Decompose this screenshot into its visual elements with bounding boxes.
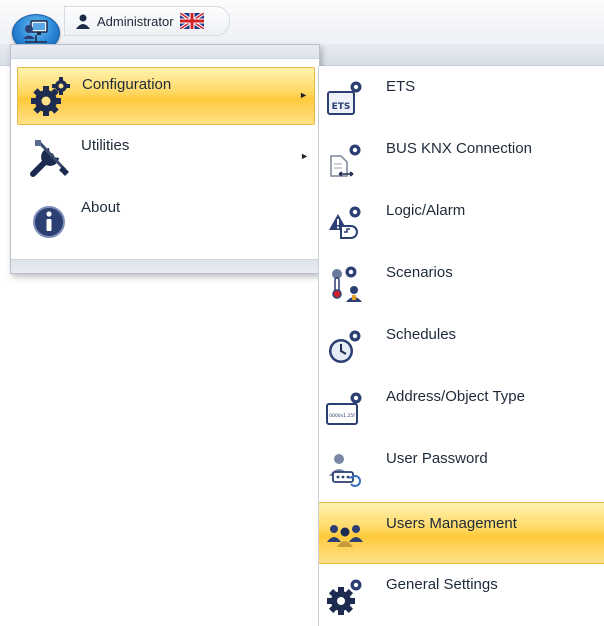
submenu-item-schedules[interactable]: Schedules [319, 314, 604, 376]
submenu-item-label: Users Management [386, 515, 517, 532]
submenu-item-scenarios[interactable]: Scenarios [319, 252, 604, 314]
main-menu-footer [11, 259, 319, 273]
menu-item-label: Utilities [81, 137, 130, 154]
gears-icon [28, 75, 72, 119]
ets-icon: ETS [325, 78, 365, 118]
menu-item-about[interactable]: About [17, 191, 315, 249]
user-indicator[interactable]: Administrator [64, 6, 230, 36]
bus-connection-icon [325, 140, 365, 180]
general-settings-icon [325, 576, 365, 616]
submenu-item-label: Logic/Alarm [386, 202, 466, 219]
tools-icon [27, 136, 71, 180]
submenu-arrow-icon: ► [300, 151, 309, 161]
user-icon [75, 13, 91, 29]
computer-network-icon [21, 19, 51, 47]
users-management-icon [325, 515, 365, 555]
main-menu-header [11, 45, 319, 59]
schedules-icon [325, 326, 365, 366]
submenu-arrow-icon: ► [299, 90, 308, 100]
submenu-item-users-management[interactable]: Users Management [319, 502, 604, 564]
menu-item-label: Configuration [82, 76, 172, 93]
address-icon-text: 0000x1.25f [329, 413, 355, 419]
submenu-item-logic-alarm[interactable]: Logic/Alarm [319, 190, 604, 252]
submenu-item-ets[interactable]: ETS ETS [319, 66, 604, 128]
menu-item-label: About [81, 199, 121, 216]
submenu-item-bus-knx-connection[interactable]: BUS KNX Connection [319, 128, 604, 190]
uk-flag-icon[interactable] [179, 13, 204, 29]
submenu-item-label: User Password [386, 450, 488, 467]
submenu-item-label: ETS [386, 78, 416, 95]
submenu-item-user-password[interactable]: User Password [319, 438, 604, 500]
submenu-item-label: Schedules [386, 326, 457, 343]
configuration-submenu: ETS ETS BUS KNX Connection Logic/Alarm S… [318, 66, 604, 626]
menu-item-utilities[interactable]: Utilities ► [17, 129, 315, 187]
submenu-item-label: Address/Object Type [386, 388, 525, 405]
submenu-item-label: BUS KNX Connection [386, 140, 532, 157]
menu-item-configuration[interactable]: Configuration ► [17, 67, 315, 125]
scenarios-icon [325, 264, 365, 304]
submenu-item-general-settings[interactable]: General Settings [319, 564, 604, 626]
ets-icon-text: ETS [332, 102, 351, 112]
submenu-item-label: Scenarios [386, 264, 453, 281]
user-password-icon [325, 450, 365, 490]
submenu-item-address-object-type[interactable]: 0000x1.25f Address/Object Type [319, 376, 604, 438]
info-icon [27, 198, 71, 242]
main-menu: Configuration ► Utilities ► About [10, 44, 320, 274]
submenu-item-label: General Settings [386, 576, 498, 593]
address-object-type-icon: 0000x1.25f [325, 388, 365, 428]
user-name: Administrator [97, 13, 174, 29]
logic-alarm-icon [325, 202, 365, 242]
